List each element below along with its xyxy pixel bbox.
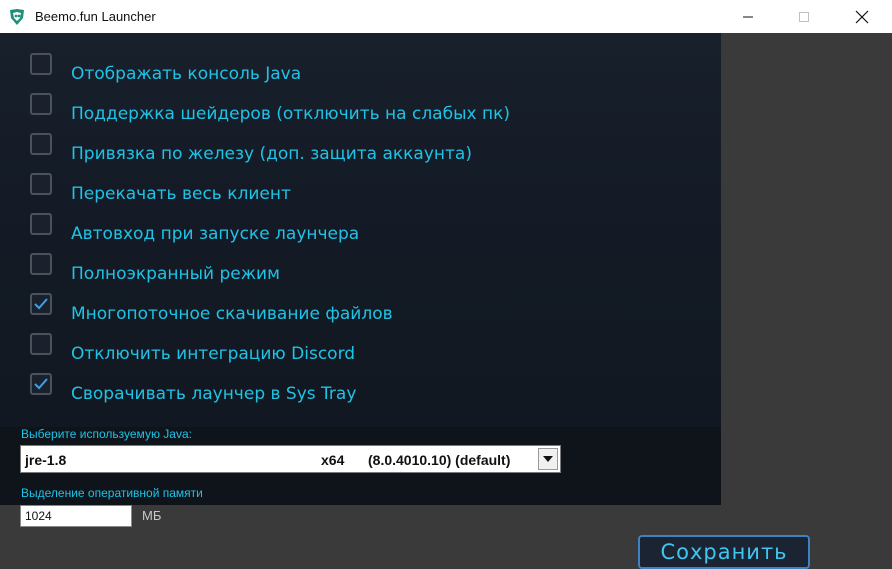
ram-input[interactable]: 1024: [20, 505, 132, 527]
dropdown-arrow-button[interactable]: [538, 448, 558, 470]
title-bar: Beemo.fun Launcher: [0, 0, 892, 33]
option-sys-tray[interactable]: Сворачивать лаунчер в Sys Tray: [30, 373, 670, 407]
minimize-icon: [743, 16, 753, 17]
checkbox[interactable]: [30, 173, 52, 195]
checkbox[interactable]: [30, 93, 52, 115]
checkmark-icon: [34, 298, 48, 310]
checkbox[interactable]: [30, 213, 52, 235]
option-fullscreen[interactable]: Полноэкранный режим: [30, 253, 670, 287]
ram-label: Выделение оперативной памяти: [21, 486, 203, 500]
option-label: Автовход при запуске лаунчера: [71, 224, 360, 244]
window-title: Beemo.fun Launcher: [35, 9, 156, 24]
option-redownload-client[interactable]: Перекачать весь клиент: [30, 173, 670, 207]
checkbox[interactable]: [30, 293, 52, 315]
checkbox[interactable]: [30, 133, 52, 155]
java-select-label: Выберите используемую Java:: [21, 427, 192, 441]
option-java-console[interactable]: Отображать консоль Java: [30, 53, 670, 87]
close-button[interactable]: [836, 0, 888, 33]
option-label: Сворачивать лаунчер в Sys Tray: [71, 384, 357, 404]
maximize-button[interactable]: [778, 0, 830, 33]
option-hardware-binding[interactable]: Привязка по железу (доп. защита аккаунта…: [30, 133, 670, 167]
beemo-logo-icon: [10, 8, 24, 25]
checkbox[interactable]: [30, 373, 52, 395]
option-autologin[interactable]: Автовход при запуске лаунчера: [30, 213, 670, 247]
option-label: Привязка по железу (доп. защита аккаунта…: [71, 144, 472, 164]
option-label: Отображать консоль Java: [71, 64, 302, 84]
chevron-down-icon: [543, 456, 553, 462]
ram-unit: МБ: [142, 508, 162, 523]
checkbox[interactable]: [30, 333, 52, 355]
checkbox[interactable]: [30, 253, 52, 275]
java-version-select[interactable]: jre-1.8 x64 (8.0.4010.10) (default): [20, 445, 561, 473]
minimize-button[interactable]: [722, 0, 774, 33]
option-label: Полноэкранный режим: [71, 264, 280, 284]
option-shaders[interactable]: Поддержка шейдеров (отключить на слабых …: [30, 93, 670, 127]
option-multithread-download[interactable]: Многопоточное скачивание файлов: [30, 293, 670, 327]
option-label: Многопоточное скачивание файлов: [71, 304, 393, 324]
option-label: Перекачать весь клиент: [71, 184, 291, 204]
option-label: Поддержка шейдеров (отключить на слабых …: [71, 104, 510, 124]
java-selected-arch: x64: [321, 452, 345, 468]
option-label: Отключить интеграцию Discord: [71, 344, 356, 364]
option-disable-discord[interactable]: Отключить интеграцию Discord: [30, 333, 670, 367]
close-icon: [855, 10, 869, 23]
save-button[interactable]: Сохранить: [638, 535, 810, 569]
settings-panel: Отображать консоль Java Поддержка шейдер…: [0, 33, 721, 427]
java-selected-name: jre-1.8: [25, 452, 67, 468]
maximize-icon: [799, 11, 809, 22]
checkbox[interactable]: [30, 53, 52, 75]
java-selected-version: (8.0.4010.10) (default): [368, 452, 511, 468]
checkmark-icon: [34, 378, 48, 390]
